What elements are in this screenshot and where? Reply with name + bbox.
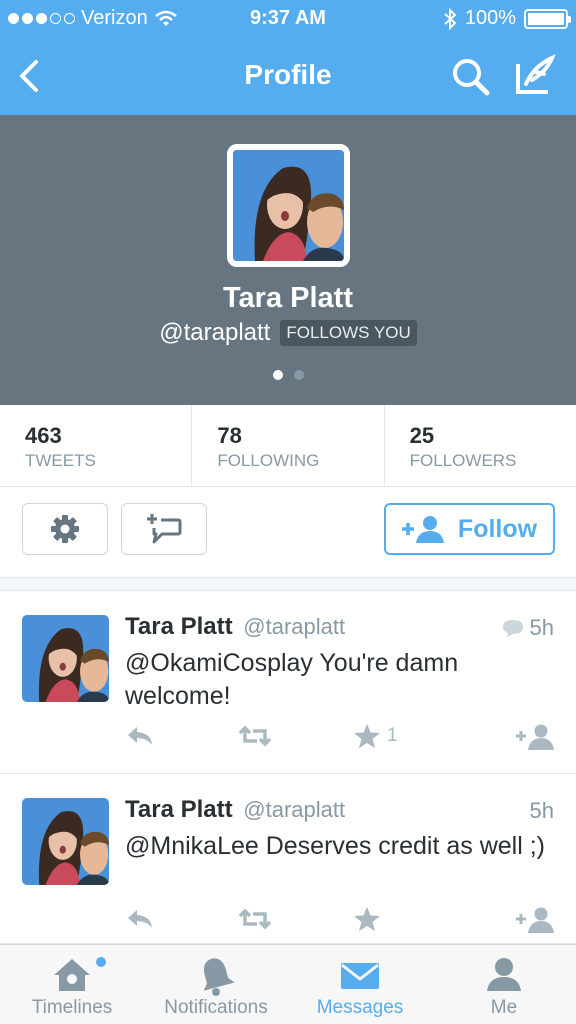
page-dot — [293, 370, 304, 380]
profile-avatar[interactable] — [227, 144, 350, 267]
reply-icon[interactable] — [125, 723, 155, 749]
stat-following[interactable]: 78 FOLLOWING — [192, 405, 385, 486]
favorite-count: 1 — [387, 725, 398, 746]
stat-value: 25 — [409, 423, 435, 448]
star-icon — [354, 907, 380, 931]
status-bar: Verizon 9:37 AM 100% — [0, 0, 576, 38]
tab-timelines[interactable]: Timelines — [0, 945, 144, 1024]
top-bar: Verizon 9:37 AM 100% Profile — [0, 0, 576, 115]
tweet-item[interactable]: Tara Platt @taraplatt 5h @OkamiCosplay Y… — [0, 591, 576, 774]
profile-handle-row: @taraplatt FOLLOWS YOU — [0, 319, 576, 347]
home-icon — [54, 959, 90, 991]
tweet-avatar[interactable] — [22, 798, 109, 885]
tweet-author-handle[interactable]: @taraplatt — [243, 797, 345, 822]
stat-label: TWEETS — [25, 451, 96, 470]
profile-name: Tara Platt — [222, 282, 353, 314]
profile-header: Tara Platt @taraplatt FOLLOWS YOU — [0, 115, 576, 405]
tab-bar: Timelines Notifications Messages Me — [0, 944, 576, 1024]
tweet-header: Tara Platt @taraplatt — [125, 613, 345, 641]
envelope-icon — [341, 963, 379, 989]
section-divider — [0, 577, 576, 591]
tweet-avatar[interactable] — [22, 615, 109, 702]
follow-button[interactable]: Follow — [384, 503, 555, 555]
gear-icon — [51, 515, 79, 543]
favorite-control[interactable]: 1 — [353, 723, 398, 749]
tweet-time: 5h — [529, 615, 554, 640]
favorite-control[interactable] — [353, 906, 387, 932]
avatar-photo — [22, 798, 109, 885]
retweet-icon[interactable] — [237, 723, 273, 749]
tweet-text: @OkamiCosplay You're damn welcome! — [125, 649, 459, 710]
profile-actions: Follow — [0, 487, 576, 577]
search-icon[interactable] — [450, 56, 492, 98]
tab-me[interactable]: Me — [432, 945, 576, 1024]
tab-label: Messages — [316, 997, 404, 1018]
follow-user-icon[interactable] — [516, 906, 556, 934]
tweet-author-name[interactable]: Tara Platt — [125, 796, 233, 823]
follows-you-badge: FOLLOWS YOU — [280, 320, 417, 346]
tab-label: Me — [490, 997, 518, 1018]
profile-handle: @taraplatt — [159, 319, 271, 346]
tweet-item[interactable]: Tara Platt @taraplatt 5h @MnikaLee Deser… — [0, 774, 576, 944]
avatar-photo — [22, 615, 109, 702]
stat-label: FOLLOWERS — [409, 451, 517, 470]
tweet-author-handle[interactable]: @taraplatt — [243, 614, 345, 639]
follow-label: Follow — [457, 514, 538, 543]
person-icon — [487, 958, 521, 991]
direct-message-button[interactable] — [121, 503, 207, 555]
avatar-photo — [233, 150, 344, 261]
tweet-actions: 1 — [125, 723, 556, 753]
stat-followers[interactable]: 25 FOLLOWERS — [385, 405, 576, 486]
tab-messages[interactable]: Messages — [288, 945, 432, 1024]
reply-icon[interactable] — [125, 906, 155, 932]
add-user-icon — [401, 516, 444, 543]
tweet-timestamp: 5h — [530, 798, 554, 824]
nav-bar: Profile — [0, 38, 576, 115]
tweet-text: @MnikaLee Deserves credit as well ;) — [125, 832, 545, 860]
tab-label: Notifications — [164, 997, 268, 1018]
tweet-timestamp: 5h — [502, 615, 554, 641]
conversation-icon — [502, 620, 523, 637]
compose-tweet-icon[interactable] — [512, 54, 558, 98]
tweet-header: Tara Platt @taraplatt — [125, 796, 345, 824]
bluetooth-icon — [444, 7, 457, 30]
follow-user-icon[interactable] — [516, 723, 556, 751]
tab-notifications[interactable]: Notifications — [144, 945, 288, 1024]
page-dot-active — [272, 370, 283, 380]
add-message-icon — [147, 514, 182, 544]
battery-icon — [524, 8, 571, 29]
tweet-author-name[interactable]: Tara Platt — [125, 613, 233, 640]
tab-label: Timelines — [31, 997, 113, 1018]
stat-label: FOLLOWING — [217, 451, 320, 470]
stat-value: 463 — [25, 423, 62, 448]
tweet-time: 5h — [529, 798, 554, 823]
battery-percent: 100% — [464, 7, 516, 29]
page-indicator[interactable] — [0, 370, 576, 380]
star-icon — [354, 724, 380, 748]
stat-tweets[interactable]: 463 TWEETS — [0, 405, 193, 486]
stat-value: 78 — [217, 423, 242, 448]
settings-button[interactable] — [22, 503, 108, 555]
unread-dot — [96, 957, 106, 967]
bell-icon — [203, 958, 235, 996]
profile-stats: 463 TWEETS 78 FOLLOWING 25 FOLLOWERS — [0, 405, 576, 487]
tweet-actions — [125, 906, 556, 936]
retweet-icon[interactable] — [237, 906, 273, 932]
